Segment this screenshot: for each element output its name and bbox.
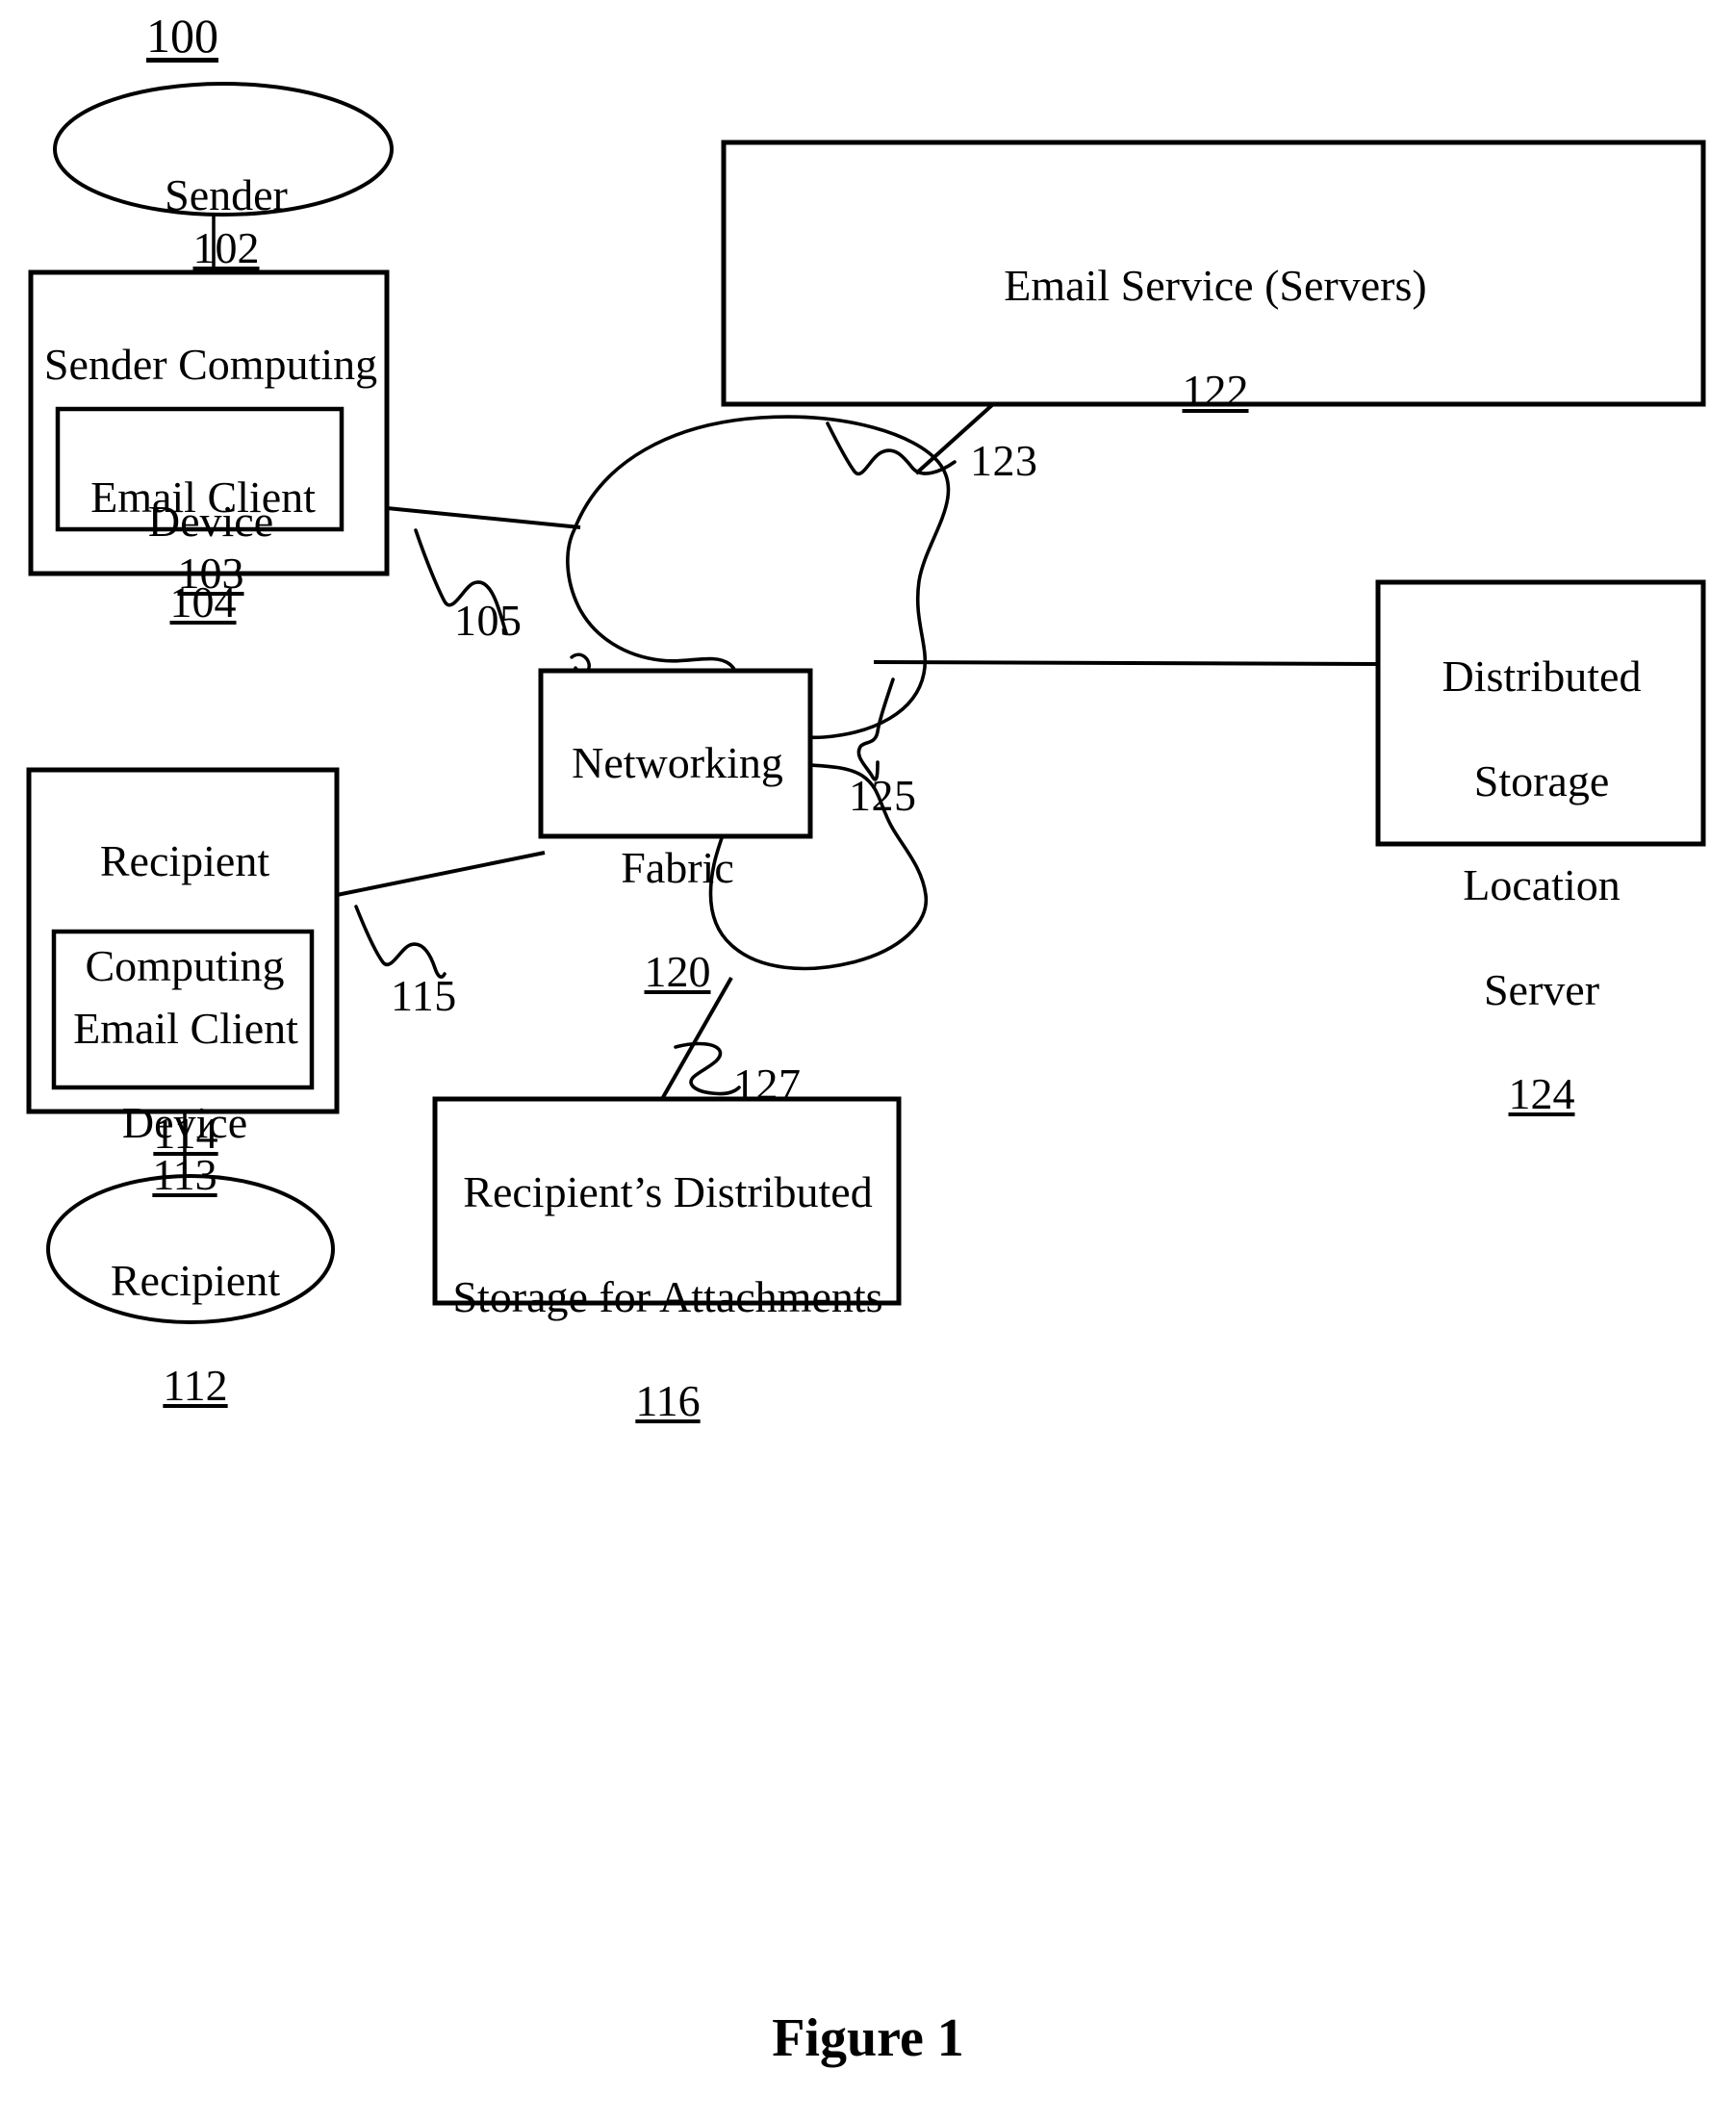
dsls-line2: Storage [1473, 755, 1610, 805]
recipient-distributed-storage-line1: Recipient’s Distributed [463, 1167, 873, 1217]
networking-fabric-label: Networking Fabric 120 [545, 685, 810, 1051]
callout-number-127: 127 [733, 1060, 802, 1109]
sender-email-client-label: Email Client 104 [64, 420, 343, 680]
recipient-email-client-label: Email Client 114 [60, 951, 312, 1212]
recipient-computing-device-line1: Recipient [99, 836, 270, 886]
email-service-label: Email Service (Servers) 122 [729, 208, 1701, 469]
callout-leader-115 [354, 905, 447, 979]
dsls-line4: Server [1483, 964, 1600, 1014]
connector-line-105 [386, 506, 581, 529]
recipient-email-client-ref: 114 [153, 1108, 218, 1158]
recipient-distributed-storage-ref: 116 [635, 1376, 701, 1426]
sender-node-name: Sender [165, 170, 288, 220]
figure-page: 100 Sender 102 Sender Computing Device 1… [0, 0, 1736, 2121]
sender-node-label: Sender 102 [58, 117, 395, 274]
dsls-line3: Location [1463, 860, 1621, 910]
connector-line-125 [873, 660, 1379, 666]
dsls-ref: 124 [1508, 1069, 1575, 1119]
system-reference-numeral: 100 [146, 9, 218, 63]
recipient-distributed-storage-label: Recipient’s Distributed Storage for Atta… [435, 1114, 901, 1480]
callout-number-115: 115 [391, 971, 457, 1020]
networking-fabric-line1: Networking [572, 738, 783, 788]
recipient-node-label: Recipient 112 [56, 1203, 335, 1464]
sender-node-ref: 102 [192, 222, 260, 272]
callout-number-105: 105 [454, 596, 523, 645]
distributed-storage-location-server-label: Distributed Storage Location Server 124 [1378, 599, 1705, 1173]
recipient-node-ref: 112 [163, 1360, 228, 1410]
sender-computing-device-line1: Sender Computing [43, 340, 378, 390]
callout-leader-127 [674, 1041, 741, 1096]
recipient-email-client-name: Email Client [73, 1004, 298, 1054]
sender-email-client-name: Email Client [90, 473, 316, 523]
recipient-node-name: Recipient [110, 1256, 281, 1306]
sender-email-client-ref: 104 [169, 576, 237, 626]
email-service-name: Email Service (Servers) [1004, 261, 1427, 311]
connector-line-115 [336, 851, 546, 897]
networking-fabric-line2: Fabric [621, 842, 734, 892]
networking-fabric-ref: 120 [644, 947, 711, 997]
figure-caption: Figure 1 [772, 2008, 964, 2068]
callout-number-123: 123 [970, 436, 1038, 485]
email-service-ref: 122 [1182, 365, 1249, 415]
recipient-distributed-storage-line2: Storage for Attachments [452, 1271, 883, 1321]
dsls-line1: Distributed [1442, 652, 1642, 702]
callout-number-125: 125 [849, 771, 917, 820]
